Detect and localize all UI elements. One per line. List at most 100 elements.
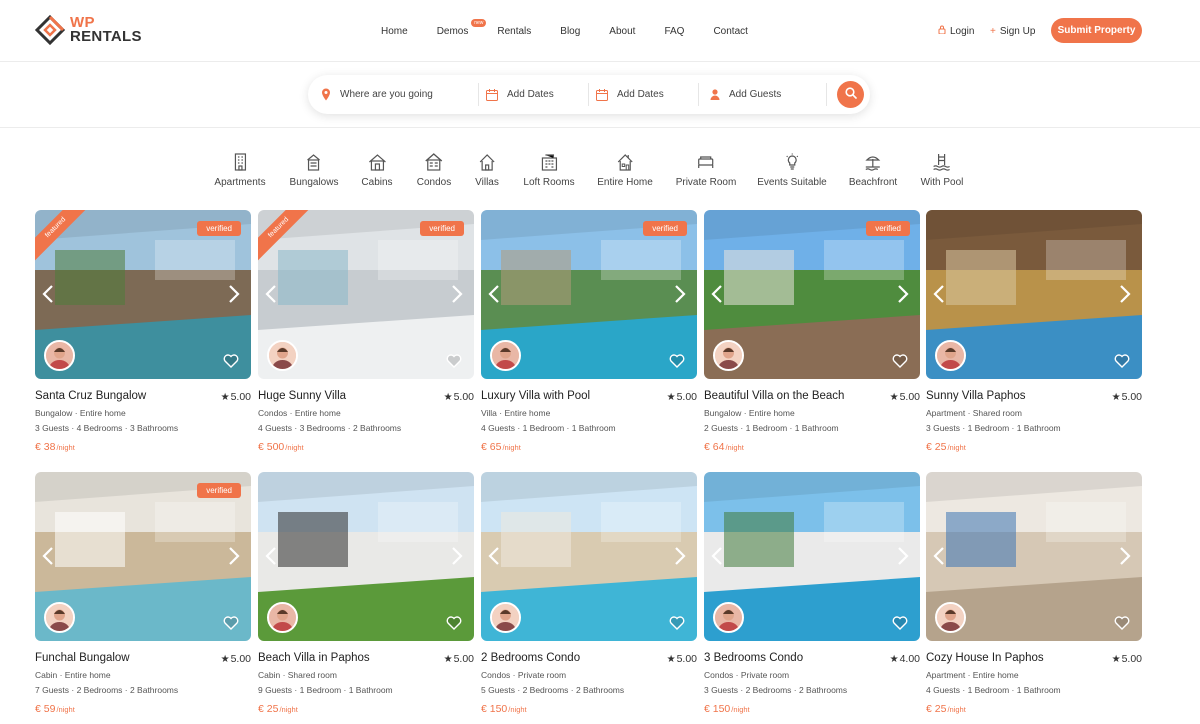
price-value: € 64 <box>704 441 725 453</box>
listing-card[interactable]: Beach Villa in Paphos ★5.00 Cabin · Shared… <box>258 472 474 715</box>
category-bungalows[interactable]: Bungalows <box>290 153 338 188</box>
signup-link[interactable]: + Sign Up <box>990 0 1035 62</box>
chevron-right-icon[interactable] <box>1118 284 1132 304</box>
category-events-suitable[interactable]: Events Suitable <box>757 153 827 188</box>
login-link[interactable]: Login <box>938 0 974 62</box>
heart-icon[interactable] <box>223 353 239 368</box>
chevron-right-icon[interactable] <box>227 284 241 304</box>
listing-photo[interactable] <box>258 472 474 641</box>
category-villas[interactable]: Villas <box>475 153 499 188</box>
listing-photo[interactable] <box>481 472 697 641</box>
listing-photo[interactable] <box>926 472 1142 641</box>
listing-card[interactable]: 3 Bedrooms Condo ★4.00 Condos · Private ro… <box>704 472 920 715</box>
chevron-left-icon[interactable] <box>932 284 946 304</box>
listing-photo[interactable]: verified <box>704 210 920 379</box>
listing-photo[interactable]: featured verified <box>258 210 474 379</box>
listing-card[interactable]: Sunny Villa Paphos ★5.00 Apartment · Share… <box>926 210 1142 453</box>
listing-type: Cabin · Shared room <box>258 670 337 680</box>
chevron-right-icon[interactable] <box>896 284 910 304</box>
category-apartments[interactable]: Apartments <box>214 153 266 188</box>
category-beachfront[interactable]: Beachfront <box>849 153 897 188</box>
chevron-left-icon[interactable] <box>264 284 278 304</box>
listing-title[interactable]: Beautiful Villa on the Beach <box>704 390 844 402</box>
chevron-left-icon[interactable] <box>710 546 724 566</box>
nav-rentals[interactable]: Rentals <box>497 26 531 37</box>
listing-photo[interactable]: verified <box>481 210 697 379</box>
listing-card[interactable]: Cozy House In Paphos ★5.00 Apartment · Ent… <box>926 472 1142 715</box>
host-avatar[interactable] <box>935 602 966 633</box>
nav-blog[interactable]: Blog <box>560 26 580 37</box>
heart-icon[interactable] <box>446 615 462 630</box>
heart-icon[interactable] <box>892 353 908 368</box>
heart-icon[interactable] <box>669 353 685 368</box>
nav-faq[interactable]: FAQ <box>664 26 684 37</box>
listing-title[interactable]: Beach Villa in Paphos <box>258 652 370 664</box>
heart-icon[interactable] <box>1114 353 1130 368</box>
listing-photo[interactable]: featured verified <box>35 210 251 379</box>
chevron-right-icon[interactable] <box>673 546 687 566</box>
heart-icon[interactable] <box>223 615 239 630</box>
chevron-left-icon[interactable] <box>932 546 946 566</box>
guests-field[interactable]: Add Guests <box>710 75 820 114</box>
host-avatar[interactable] <box>490 340 521 371</box>
category-private-room[interactable]: Private Room <box>676 153 736 188</box>
listing-title[interactable]: 2 Bedrooms Condo <box>481 652 580 664</box>
listing-title[interactable]: Huge Sunny Villa <box>258 390 346 402</box>
chevron-left-icon[interactable] <box>487 284 501 304</box>
heart-icon[interactable] <box>446 353 462 368</box>
listing-card[interactable]: verified Luxury Villa with Pool ★5.00 Villa… <box>481 210 697 453</box>
host-avatar[interactable] <box>44 602 75 633</box>
checkout-field[interactable]: Add Dates <box>596 75 696 114</box>
listing-title[interactable]: Funchal Bungalow <box>35 652 130 664</box>
host-avatar[interactable] <box>267 340 298 371</box>
chevron-right-icon[interactable] <box>1118 546 1132 566</box>
host-avatar[interactable] <box>713 602 744 633</box>
listing-type: Condos · Private room <box>481 670 567 680</box>
listing-photo[interactable] <box>926 210 1142 379</box>
heart-icon[interactable] <box>892 615 908 630</box>
listing-card[interactable]: verified Funchal Bungalow ★5.00 Cabin · Ent… <box>35 472 251 715</box>
chevron-right-icon[interactable] <box>450 546 464 566</box>
search-button[interactable] <box>837 81 864 108</box>
host-avatar[interactable] <box>935 340 966 371</box>
checkin-field[interactable]: Add Dates <box>486 75 586 114</box>
listing-title[interactable]: Luxury Villa with Pool <box>481 390 590 402</box>
heart-icon[interactable] <box>1114 615 1130 630</box>
category-with-pool[interactable]: With Pool <box>921 153 963 188</box>
listing-photo[interactable]: verified <box>35 472 251 641</box>
host-avatar[interactable] <box>44 340 75 371</box>
chevron-left-icon[interactable] <box>710 284 724 304</box>
listing-card[interactable]: verified Beautiful Villa on the Beach ★5.0… <box>704 210 920 453</box>
category-condos[interactable]: Condos <box>417 153 451 188</box>
category-loft-rooms[interactable]: Loft Rooms <box>523 153 575 188</box>
chevron-left-icon[interactable] <box>41 546 55 566</box>
nav-demos[interactable]: Demos new <box>437 18 487 37</box>
chevron-right-icon[interactable] <box>673 284 687 304</box>
chevron-left-icon[interactable] <box>41 284 55 304</box>
category-entire-home[interactable]: Entire Home <box>597 153 653 188</box>
listing-title[interactable]: 3 Bedrooms Condo <box>704 652 803 664</box>
heart-icon[interactable] <box>669 615 685 630</box>
submit-property-button[interactable]: Submit Property <box>1051 18 1142 43</box>
listing-card[interactable]: 2 Bedrooms Condo ★5.00 Condos · Private ro… <box>481 472 697 715</box>
host-avatar[interactable] <box>490 602 521 633</box>
chevron-left-icon[interactable] <box>487 546 501 566</box>
chevron-right-icon[interactable] <box>227 546 241 566</box>
listing-title[interactable]: Sunny Villa Paphos <box>926 390 1026 402</box>
listing-card[interactable]: featured verified Huge Sunny Villa ★5.00 Con… <box>258 210 474 453</box>
listing-card[interactable]: featured verified Santa Cruz Bungalow ★5.00… <box>35 210 251 453</box>
site-logo[interactable]: WP RENTALS <box>34 14 142 46</box>
nav-home[interactable]: Home <box>381 26 408 37</box>
listing-photo[interactable] <box>704 472 920 641</box>
chevron-right-icon[interactable] <box>450 284 464 304</box>
nav-contact[interactable]: Contact <box>713 26 747 37</box>
host-avatar[interactable] <box>713 340 744 371</box>
category-cabins[interactable]: Cabins <box>361 153 393 188</box>
location-field[interactable]: Where are you going <box>321 75 471 114</box>
host-avatar[interactable] <box>267 602 298 633</box>
listing-title[interactable]: Santa Cruz Bungalow <box>35 390 146 402</box>
listing-title[interactable]: Cozy House In Paphos <box>926 652 1044 664</box>
chevron-left-icon[interactable] <box>264 546 278 566</box>
chevron-right-icon[interactable] <box>896 546 910 566</box>
nav-about[interactable]: About <box>609 26 635 37</box>
